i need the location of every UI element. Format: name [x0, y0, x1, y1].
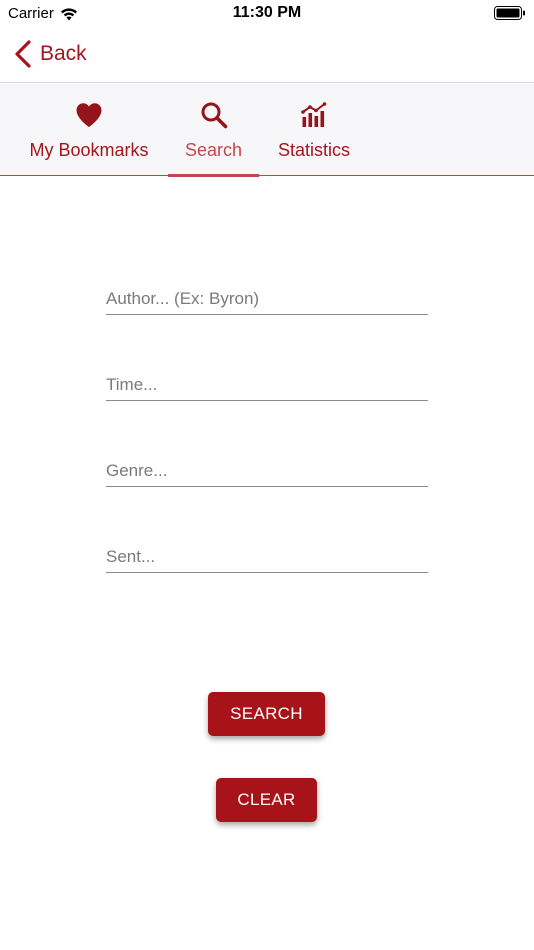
- status-time: 11:30 PM: [232, 4, 302, 21]
- back-button[interactable]: Back: [14, 40, 87, 68]
- tab-statistics[interactable]: Statistics: [268, 84, 360, 176]
- search-icon: [199, 100, 229, 130]
- chevron-left-icon: [15, 40, 31, 68]
- sent-field-container: [106, 533, 428, 573]
- tab-label: Search: [184, 140, 243, 160]
- navigation-bar: Back: [0, 28, 534, 83]
- bar-chart-icon: [299, 100, 329, 130]
- back-label: Back: [40, 42, 87, 65]
- clear-button[interactable]: CLEAR: [216, 778, 317, 822]
- author-field-container: [106, 275, 428, 315]
- genre-field-container: [106, 447, 428, 487]
- tab-my-bookmarks[interactable]: My Bookmarks: [18, 84, 160, 176]
- tab-label: Statistics: [277, 140, 351, 160]
- sent-input[interactable]: [106, 533, 428, 572]
- tab-search[interactable]: Search: [168, 84, 259, 177]
- time-field-container: [106, 361, 428, 401]
- search-button[interactable]: SEARCH: [208, 692, 325, 736]
- status-bar: Carrier 11:30 PM: [0, 0, 534, 28]
- heart-icon: [74, 100, 104, 130]
- tab-bar: My Bookmarks Search Statistics: [0, 84, 534, 177]
- author-input[interactable]: [106, 275, 428, 314]
- genre-input[interactable]: [106, 447, 428, 486]
- battery-icon: [494, 6, 525, 20]
- time-input[interactable]: [106, 361, 428, 400]
- tab-label: My Bookmarks: [29, 140, 149, 160]
